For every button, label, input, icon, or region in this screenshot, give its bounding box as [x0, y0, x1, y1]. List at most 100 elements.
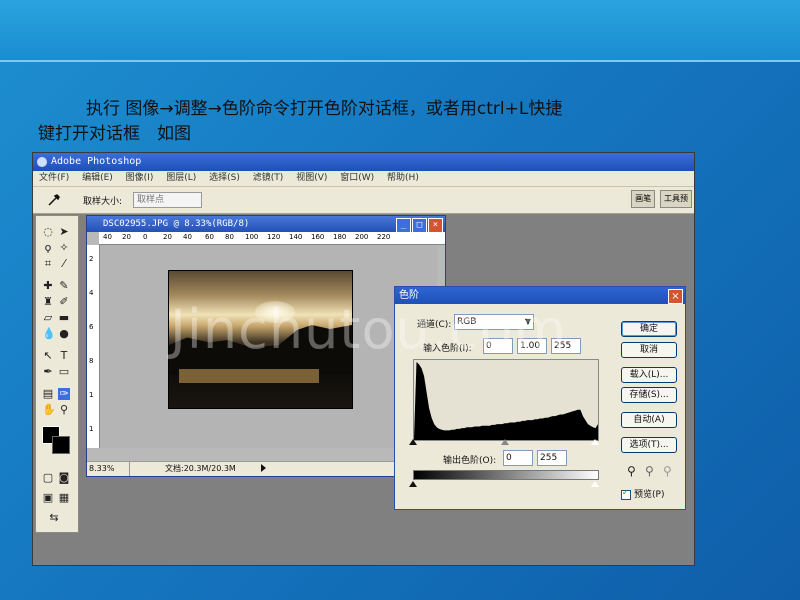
- quick-mask-icon[interactable]: ◙: [58, 472, 70, 484]
- output-white-handle[interactable]: [591, 481, 599, 487]
- menu-help[interactable]: 帮助(H): [387, 171, 419, 186]
- screen-mode-icon[interactable]: ▣: [42, 492, 54, 504]
- menu-view[interactable]: 视图(V): [296, 171, 327, 186]
- gray-eyedropper-icon[interactable]: ⚲: [645, 465, 654, 477]
- magic-wand-icon[interactable]: ✧: [58, 242, 70, 254]
- notes-tool-icon[interactable]: ▤: [42, 388, 54, 400]
- sample-size-select[interactable]: 取样点: [133, 192, 202, 208]
- image-window-title: DSC02955.JPG @ 8.33%(RGB/8): [103, 219, 250, 229]
- slice-tool-icon[interactable]: ⁄: [58, 258, 70, 270]
- marquee-tool-icon[interactable]: ◌: [42, 226, 54, 238]
- ruler-tick: 0: [143, 233, 148, 241]
- zoom-level[interactable]: 8.33%: [87, 462, 130, 476]
- full-screen-icon[interactable]: ▦: [58, 492, 70, 504]
- menu-filter[interactable]: 滤镜(T): [253, 171, 284, 186]
- move-tool-icon[interactable]: ➤: [58, 226, 70, 238]
- output-black-field[interactable]: 0: [503, 450, 533, 466]
- input-levels-slider[interactable]: [409, 439, 599, 447]
- options-bar: 取样大小: 取样点 画笔 工具预: [33, 187, 694, 214]
- gradient-tool-icon[interactable]: ▬: [58, 312, 70, 324]
- sample-size-label: 取样大小:: [83, 197, 123, 207]
- dodge-tool-icon[interactable]: ●: [58, 328, 70, 340]
- ruler-tick: 2: [89, 255, 94, 263]
- shape-tool-icon[interactable]: ▭: [58, 366, 70, 378]
- preview-label: 预览(P): [634, 490, 665, 500]
- palette-tab-tool-presets[interactable]: 工具预: [660, 190, 692, 208]
- menu-window[interactable]: 窗口(W): [340, 171, 374, 186]
- ruler-tick: 20: [122, 233, 131, 241]
- clone-stamp-icon[interactable]: ♜: [42, 296, 54, 308]
- black-eyedropper-icon[interactable]: ⚲: [627, 465, 636, 477]
- palette-tab-brushes[interactable]: 画笔: [631, 190, 656, 208]
- save-button[interactable]: 存储(S)...: [621, 387, 677, 403]
- auto-button[interactable]: 自动(A): [621, 412, 677, 428]
- caption-line-2: 键打开对话框 如图: [38, 124, 191, 144]
- document-size-info: 文档:20.3M/20.3M: [165, 464, 236, 473]
- photoshop-logo-icon: [37, 157, 47, 167]
- output-levels-slider[interactable]: [409, 481, 599, 489]
- gamma-handle[interactable]: [501, 439, 509, 445]
- ruler-tick: 8: [89, 357, 94, 365]
- menu-file[interactable]: 文件(F): [39, 171, 69, 186]
- checkbox-icon[interactable]: [621, 488, 631, 500]
- app-title-bar: Adobe Photoshop: [33, 153, 694, 171]
- menu-image[interactable]: 图像(I): [126, 171, 154, 186]
- blur-tool-icon[interactable]: 💧: [42, 328, 56, 340]
- image-window-title-bar: DSC02955.JPG @ 8.33%(RGB/8) _ □ ×: [87, 216, 445, 233]
- maximize-button[interactable]: □: [412, 218, 427, 233]
- pen-tool-icon[interactable]: ✒: [42, 366, 54, 378]
- eyedropper-tool-icon[interactable]: ✑: [58, 388, 70, 400]
- black-point-handle[interactable]: [409, 439, 417, 445]
- hand-tool-icon[interactable]: ✋: [42, 404, 56, 416]
- background-color-swatch[interactable]: [52, 436, 70, 454]
- dialog-close-button[interactable]: ×: [668, 289, 683, 304]
- menu-edit[interactable]: 编辑(E): [82, 171, 113, 186]
- ruler-tick: 40: [183, 233, 192, 241]
- load-button[interactable]: 载入(L)...: [621, 367, 677, 383]
- cancel-button[interactable]: 取消: [621, 342, 677, 358]
- ruler-tick: 100: [245, 233, 259, 241]
- toolbox: ◌ ➤ ϙ ✧ ⌗ ⁄ ✚ ✎ ♜ ✐ ▱ ▬ 💧 ● ↖ T ✒ ▭ ▤ ✑ …: [35, 215, 79, 533]
- options-button[interactable]: 选项(T)...: [621, 437, 677, 453]
- eyedropper-icon[interactable]: [47, 193, 61, 207]
- ruler-tick: 120: [267, 233, 281, 241]
- history-brush-icon[interactable]: ✐: [58, 296, 70, 308]
- close-button[interactable]: ×: [428, 218, 443, 233]
- document-status-bar: 8.33% 文档:20.3M/20.3M: [87, 461, 445, 476]
- watermark: Jinchutou.com: [170, 298, 568, 361]
- output-black-handle[interactable]: [409, 481, 417, 487]
- eraser-tool-icon[interactable]: ▱: [42, 312, 54, 324]
- white-eyedropper-icon[interactable]: ⚲: [663, 465, 672, 477]
- crop-tool-icon[interactable]: ⌗: [42, 258, 54, 270]
- preview-checkbox[interactable]: 预览(P): [621, 487, 664, 500]
- white-point-handle[interactable]: [591, 439, 599, 445]
- ruler-tick: 220: [377, 233, 391, 241]
- output-white-field[interactable]: 255: [537, 450, 567, 466]
- levels-histogram: [413, 359, 599, 441]
- ruler-tick: 4: [89, 289, 94, 297]
- healing-brush-icon[interactable]: ✚: [42, 280, 54, 292]
- menu-layer[interactable]: 图层(L): [166, 171, 196, 186]
- standard-mode-icon[interactable]: ▢: [42, 472, 54, 484]
- ruler-tick: 20: [163, 233, 172, 241]
- output-gradient-bar: [413, 470, 599, 480]
- ruler-tick: 80: [225, 233, 234, 241]
- menu-select[interactable]: 选择(S): [209, 171, 240, 186]
- path-select-icon[interactable]: ↖: [42, 350, 54, 362]
- ruler-tick: 180: [333, 233, 347, 241]
- ruler-tick: 140: [289, 233, 303, 241]
- status-menu-arrow-icon[interactable]: [261, 464, 266, 472]
- ruler-tick: 1: [89, 391, 94, 399]
- ok-button[interactable]: 确定: [621, 321, 677, 337]
- minimize-button[interactable]: _: [396, 218, 411, 233]
- lasso-tool-icon[interactable]: ϙ: [42, 242, 54, 254]
- type-tool-icon[interactable]: T: [58, 350, 70, 362]
- jump-to-imageready-icon[interactable]: ⇆: [48, 512, 60, 524]
- ruler-tick: 200: [355, 233, 369, 241]
- slide-header-band: [0, 0, 800, 62]
- histogram-area: [414, 362, 598, 440]
- histogram-graph: [414, 362, 598, 440]
- menu-bar: 文件(F) 编辑(E) 图像(I) 图层(L) 选择(S) 滤镜(T) 视图(V…: [33, 171, 694, 187]
- brush-tool-icon[interactable]: ✎: [58, 280, 70, 292]
- zoom-tool-icon[interactable]: ⚲: [58, 404, 70, 416]
